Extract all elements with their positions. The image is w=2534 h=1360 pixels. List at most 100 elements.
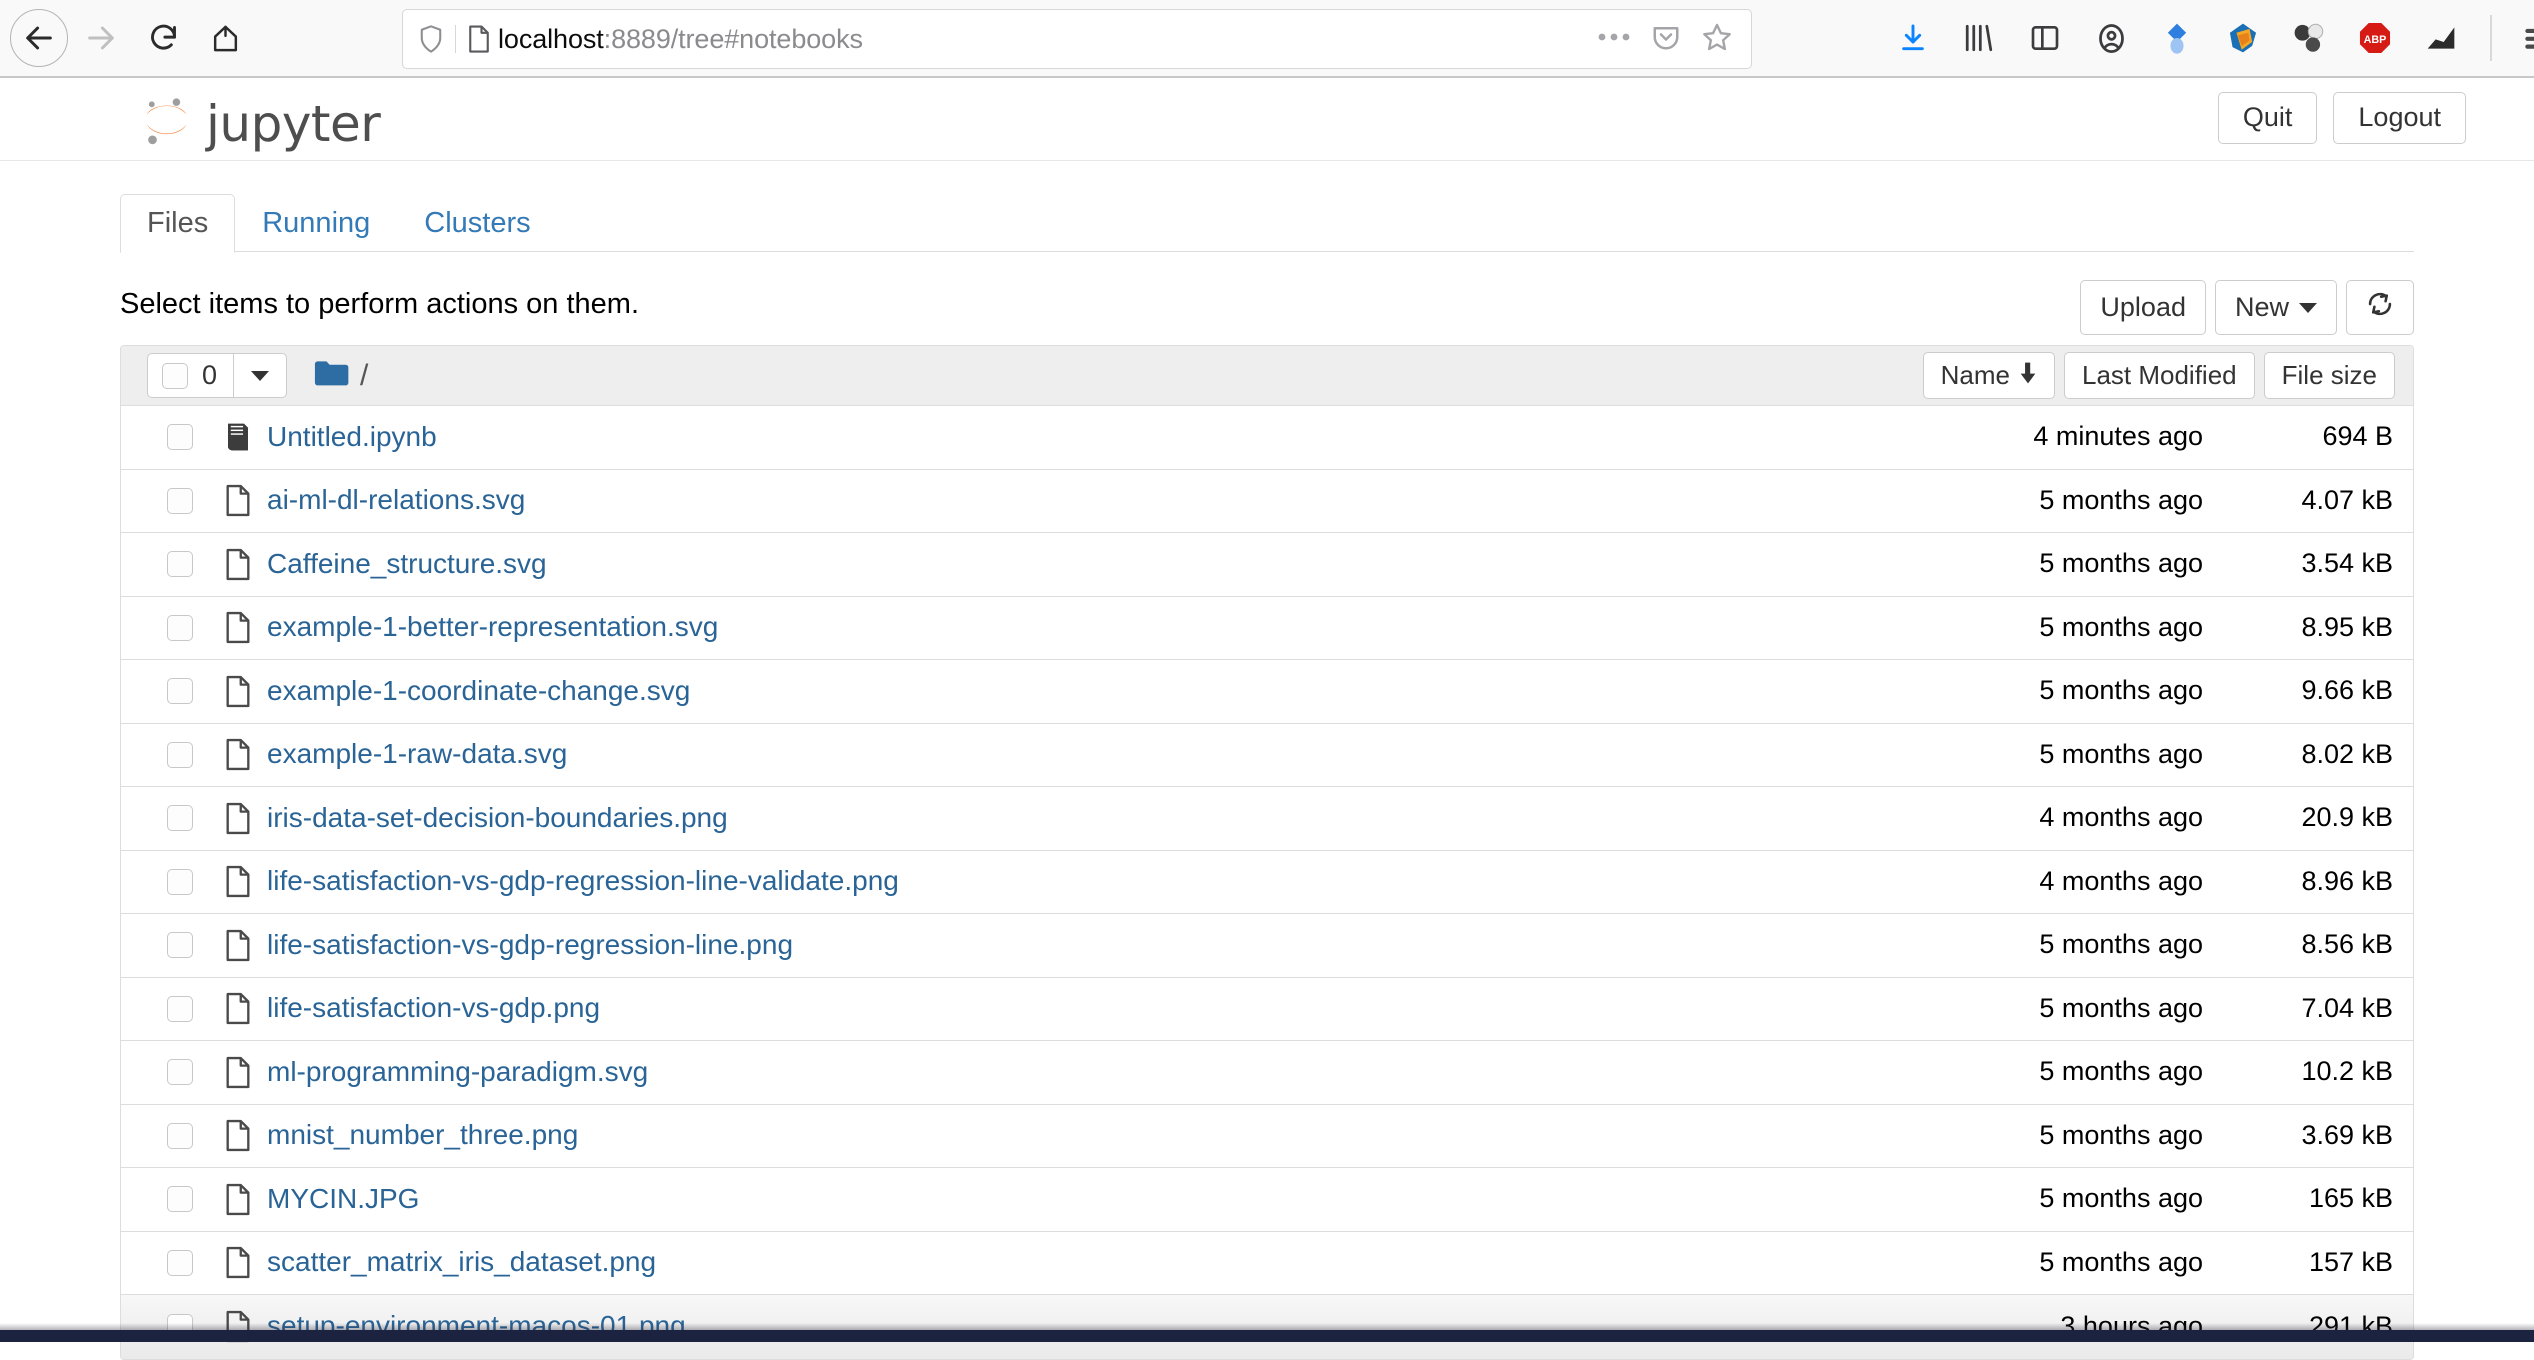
sort-by-name-button[interactable]: Name: [1923, 352, 2055, 400]
tab-running[interactable]: Running: [235, 194, 397, 253]
file-select-checkbox[interactable]: [167, 742, 193, 768]
account-person-icon[interactable]: [2078, 0, 2144, 76]
tab-files[interactable]: Files: [120, 194, 235, 253]
hamburger-menu-icon[interactable]: [2508, 0, 2534, 76]
file-modified: 5 months ago: [1873, 1248, 2203, 1278]
file-name-link[interactable]: MYCIN.JPG: [267, 1184, 419, 1215]
file-select-checkbox[interactable]: [167, 1186, 193, 1212]
file-name-link[interactable]: life-satisfaction-vs-gdp.png: [267, 993, 600, 1024]
downloads-arrow-icon[interactable]: [1880, 0, 1946, 76]
sort-by-file-size-button[interactable]: File size: [2264, 352, 2395, 400]
adblock-plus-icon[interactable]: ABP: [2342, 0, 2408, 76]
selection-dropdown-button[interactable]: [234, 354, 286, 397]
grammarly-extension-icon[interactable]: [2210, 0, 2276, 76]
tracking-protection-shield-icon[interactable]: [417, 24, 445, 54]
library-books-icon[interactable]: [1946, 0, 2012, 76]
breadcrumb-root[interactable]: /: [360, 359, 368, 393]
file-row[interactable]: mnist_number_three.png5 months ago3.69 k…: [121, 1105, 2413, 1169]
file-size: 8.96 kB: [2203, 867, 2393, 897]
file-name-link[interactable]: life-satisfaction-vs-gdp-regression-line…: [267, 866, 899, 897]
file-row[interactable]: ai-ml-dl-relations.svg5 months ago4.07 k…: [121, 470, 2413, 534]
file-name-link[interactable]: example-1-raw-data.svg: [267, 739, 567, 770]
file-modified: 5 months ago: [1873, 994, 2203, 1024]
sort-by-last-modified-button[interactable]: Last Modified: [2064, 352, 2255, 400]
file-size: 10.2 kB: [2203, 1057, 2393, 1087]
file-name-link[interactable]: Caffeine_structure.svg: [267, 549, 547, 580]
file-row[interactable]: example-1-better-representation.svg5 mon…: [121, 597, 2413, 661]
upload-button[interactable]: Upload: [2080, 280, 2206, 335]
file-row[interactable]: life-satisfaction-vs-gdp.png 5 months ago…: [121, 978, 2413, 1042]
file-row[interactable]: example-1-coordinate-change.svg 5 months …: [121, 660, 2413, 724]
tab-clusters[interactable]: Clusters: [397, 194, 557, 253]
ellipsis-icon[interactable]: [1597, 30, 1631, 48]
star-bookmark-icon[interactable]: [1701, 21, 1733, 58]
file-select-checkbox[interactable]: [167, 1059, 193, 1085]
svg-text:ABP: ABP: [2364, 34, 2387, 46]
file-icon: [215, 484, 261, 517]
home-button[interactable]: [196, 9, 254, 67]
file-row[interactable]: scatter_matrix_iris_dataset.png 5 months …: [121, 1232, 2413, 1296]
sidebar-panel-icon[interactable]: [2012, 0, 2078, 76]
forward-button[interactable]: [72, 9, 130, 67]
pocket-save-icon[interactable]: [1651, 22, 1681, 57]
reload-arrow-icon: [147, 22, 180, 55]
file-row[interactable]: life-satisfaction-vs-gdp-regression-line…: [121, 914, 2413, 978]
refresh-button[interactable]: [2346, 280, 2414, 335]
file-icon: [215, 992, 261, 1025]
file-select-checkbox[interactable]: [167, 1250, 193, 1276]
file-name-link[interactable]: iris-data-set-decision-boundaries.png: [267, 803, 728, 834]
select-all-group[interactable]: 0: [148, 354, 234, 397]
file-select-checkbox[interactable]: [167, 551, 193, 577]
reload-button[interactable]: [134, 9, 192, 67]
file-select-checkbox[interactable]: [167, 678, 193, 704]
logout-button[interactable]: Logout: [2333, 92, 2466, 144]
file-size: 694 B: [2203, 422, 2393, 452]
file-select-checkbox[interactable]: [167, 488, 193, 514]
file-select-checkbox[interactable]: [167, 869, 193, 895]
file-row[interactable]: MYCIN.JPG5 months ago165 kB: [121, 1168, 2413, 1232]
url-bar[interactable]: localhost:8889/tree#notebooks: [402, 9, 1752, 69]
file-name-link[interactable]: life-satisfaction-vs-gdp-regression-line…: [267, 930, 793, 961]
back-button[interactable]: [10, 9, 68, 67]
window-bottom-edge: [0, 1330, 2534, 1342]
file-select-checkbox[interactable]: [167, 932, 193, 958]
file-select-checkbox[interactable]: [167, 996, 193, 1022]
file-modified: 5 months ago: [1873, 676, 2203, 706]
file-select-checkbox[interactable]: [167, 805, 193, 831]
file-name-link[interactable]: scatter_matrix_iris_dataset.png: [267, 1247, 656, 1278]
file-select-checkbox[interactable]: [167, 1123, 193, 1149]
select-all-checkbox[interactable]: [162, 363, 188, 389]
file-name-link[interactable]: mnist_number_three.png: [267, 1120, 578, 1151]
quit-button[interactable]: Quit: [2218, 92, 2318, 144]
breadcrumb[interactable]: /: [313, 358, 368, 393]
file-row[interactable]: Untitled.ipynb4 minutes ago694 B: [121, 406, 2413, 470]
file-name-link[interactable]: example-1-coordinate-change.svg: [267, 676, 690, 707]
file-size: 7.04 kB: [2203, 994, 2393, 1024]
url-bar-container[interactable]: localhost:8889/tree#notebooks: [402, 9, 1752, 69]
file-size: 157 kB: [2203, 1248, 2393, 1278]
jupyter-logo-text: jupyter: [206, 95, 380, 153]
file-select-checkbox[interactable]: [167, 615, 193, 641]
file-size: 8.02 kB: [2203, 740, 2393, 770]
jupyter-logo[interactable]: jupyter: [138, 92, 380, 155]
file-name-link[interactable]: Untitled.ipynb: [267, 422, 437, 453]
file-select-checkbox[interactable]: [167, 424, 193, 450]
file-row[interactable]: iris-data-set-decision-boundaries.png4 m…: [121, 787, 2413, 851]
chart-extension-icon[interactable]: [2408, 0, 2474, 76]
file-name-link[interactable]: ai-ml-dl-relations.svg: [267, 485, 525, 516]
file-row[interactable]: example-1-raw-data.svg5 months ago8.02 k…: [121, 724, 2413, 788]
new-dropdown-button[interactable]: New: [2215, 280, 2337, 335]
file-name-link[interactable]: example-1-better-representation.svg: [267, 612, 718, 643]
molecule-extension-icon[interactable]: [2276, 0, 2342, 76]
pocket-extension-icon[interactable]: [2144, 0, 2210, 76]
file-row[interactable]: life-satisfaction-vs-gdp-regression-line…: [121, 851, 2413, 915]
file-row[interactable]: Caffeine_structure.svg5 months ago3.54 k…: [121, 533, 2413, 597]
home-house-icon: [210, 23, 241, 54]
file-size: 20.9 kB: [2203, 803, 2393, 833]
file-name-link[interactable]: ml-programming-paradigm.svg: [267, 1057, 648, 1088]
url-text[interactable]: localhost:8889/tree#notebooks: [492, 26, 1597, 53]
file-row[interactable]: ml-programming-paradigm.svg5 months ago1…: [121, 1041, 2413, 1105]
file-icon: [215, 1056, 261, 1089]
file-modified: 4 months ago: [1873, 867, 2203, 897]
file-modified: 5 months ago: [1873, 1184, 2203, 1214]
